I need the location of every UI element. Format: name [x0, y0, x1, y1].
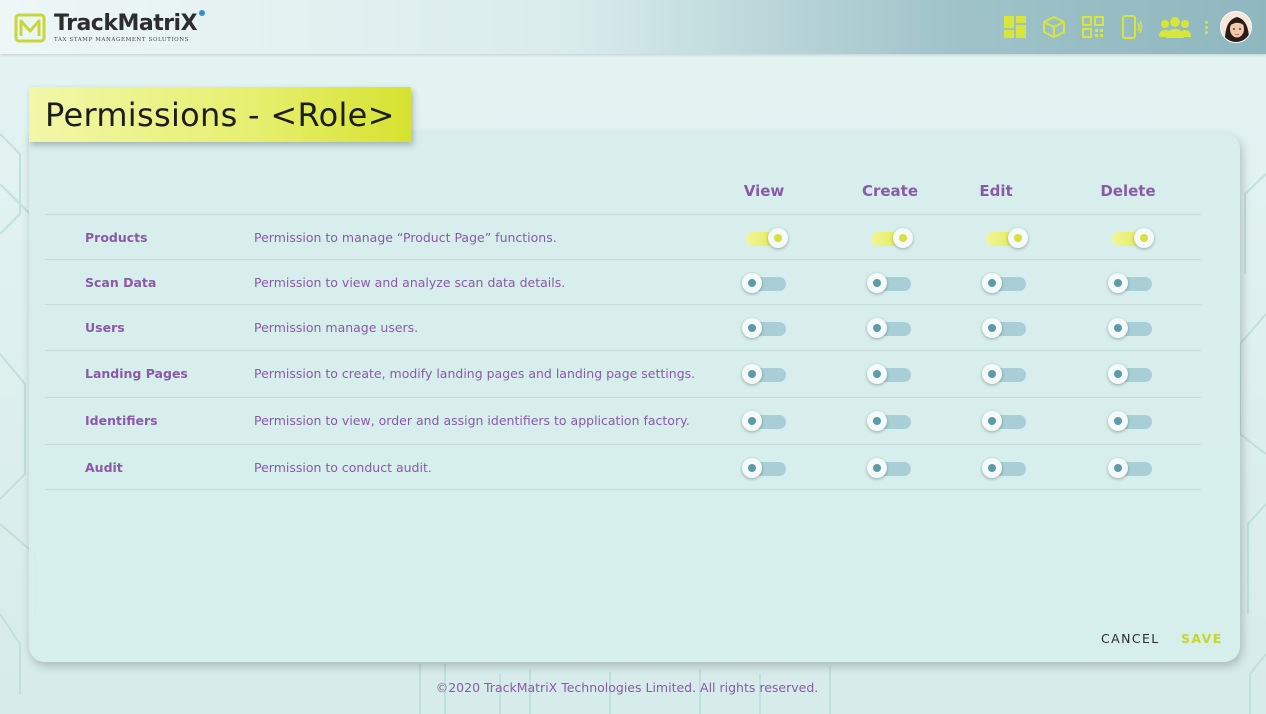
column-header-edit: Edit	[979, 182, 1013, 200]
column-header-view: View	[743, 182, 785, 200]
more-menu-icon[interactable]	[1202, 20, 1210, 34]
edit-toggle[interactable]	[982, 364, 1028, 384]
toggle-knob	[982, 458, 1002, 478]
permission-row: Landing Pages Permission to create, modif…	[45, 350, 1201, 396]
permission-name: Landing Pages	[85, 366, 188, 381]
edit-toggle[interactable]	[982, 228, 1028, 248]
toggle-knob	[982, 411, 1002, 431]
toggle-knob	[982, 364, 1002, 384]
permission-row: Identifiers Permission to view, order and…	[45, 397, 1201, 443]
toggle-knob	[742, 458, 762, 478]
permissions-card: View Create Edit Delete Products Permissi…	[29, 133, 1240, 662]
column-header-create: Create	[861, 182, 919, 200]
permission-row: Audit Permission to conduct audit.	[45, 444, 1201, 490]
permission-name: Audit	[85, 460, 123, 475]
toggle-knob	[867, 411, 887, 431]
create-toggle[interactable]	[867, 273, 913, 293]
create-toggle[interactable]	[867, 364, 913, 384]
delete-toggle[interactable]	[1108, 458, 1154, 478]
view-toggle[interactable]	[742, 411, 788, 431]
trackmatrix-logo-icon	[14, 13, 46, 43]
page-title-tag: Permissions - <Role>	[29, 87, 411, 142]
edit-toggle[interactable]	[982, 411, 1028, 431]
column-header-delete: Delete	[1100, 182, 1156, 200]
permission-description: Permission to conduct audit.	[254, 460, 432, 475]
toggle-knob	[1108, 411, 1128, 431]
view-toggle[interactable]	[742, 364, 788, 384]
toggle-knob	[1108, 273, 1128, 293]
toggle-knob	[982, 318, 1002, 338]
footer-copyright: ©2020 TrackMatriX Technologies Limited. …	[435, 680, 819, 695]
toggle-knob	[742, 318, 762, 338]
delete-toggle[interactable]	[1108, 318, 1154, 338]
toggle-knob	[1008, 228, 1028, 248]
cancel-button[interactable]: CANCEL	[1101, 631, 1160, 646]
edit-toggle[interactable]	[982, 318, 1028, 338]
permission-description: Permission to view and analyze scan data…	[254, 275, 566, 290]
toggle-knob	[1108, 364, 1128, 384]
toggle-knob	[893, 228, 913, 248]
brand-tagline: TAX STAMP MANAGEMENT SOLUTIONS	[54, 37, 190, 43]
permission-row: Users Permission manage users.	[45, 304, 1201, 350]
toggle-knob	[1108, 458, 1128, 478]
permission-name: Identifiers	[85, 413, 158, 428]
create-toggle[interactable]	[867, 458, 913, 478]
dashboard-icon[interactable]	[1002, 14, 1028, 40]
brand-name: TrackMatriX	[54, 10, 206, 35]
delete-toggle[interactable]	[1108, 411, 1154, 431]
view-toggle[interactable]	[742, 458, 788, 478]
create-toggle[interactable]	[867, 411, 913, 431]
toggle-knob	[1108, 318, 1128, 338]
delete-toggle[interactable]	[1108, 228, 1154, 248]
permission-description: Permission manage users.	[254, 320, 419, 335]
toggle-knob	[768, 228, 788, 248]
page-title: Permissions - <Role>	[45, 95, 395, 134]
permission-name: Scan Data	[85, 275, 157, 290]
toggle-knob	[1134, 228, 1154, 248]
toggle-knob	[982, 273, 1002, 293]
delete-toggle[interactable]	[1108, 273, 1154, 293]
brand-logo[interactable]: TrackMatriX TAX STAMP MANAGEMENT SOLUTIO…	[14, 10, 206, 46]
user-avatar[interactable]	[1220, 11, 1252, 43]
delete-toggle[interactable]	[1108, 364, 1154, 384]
permission-name: Products	[85, 230, 148, 245]
top-app-bar: TrackMatriX TAX STAMP MANAGEMENT SOLUTIO…	[0, 0, 1266, 54]
toggle-knob	[867, 458, 887, 478]
toggle-knob	[867, 273, 887, 293]
toggle-knob	[742, 273, 762, 293]
permission-row: Scan Data Permission to view and analyze …	[45, 259, 1201, 305]
permission-description: Permission to create, modify landing pag…	[254, 366, 696, 381]
create-toggle[interactable]	[867, 228, 913, 248]
edit-toggle[interactable]	[982, 458, 1028, 478]
permission-description: Permission to view, order and assign ide…	[254, 413, 690, 428]
toggle-knob	[867, 364, 887, 384]
package-icon[interactable]	[1041, 14, 1067, 40]
permission-name: Users	[85, 320, 125, 335]
qr-code-icon[interactable]	[1080, 14, 1106, 40]
permission-description: Permission to manage “Product Page” func…	[254, 230, 557, 245]
permission-row: Products Permission to manage “Product Pa…	[45, 214, 1201, 260]
view-toggle[interactable]	[742, 318, 788, 338]
toggle-knob	[742, 411, 762, 431]
view-toggle[interactable]	[742, 273, 788, 293]
toggle-knob	[742, 364, 762, 384]
view-toggle[interactable]	[742, 228, 788, 248]
edit-toggle[interactable]	[982, 273, 1028, 293]
toggle-knob	[867, 318, 887, 338]
create-toggle[interactable]	[867, 318, 913, 338]
save-button[interactable]: SAVE	[1181, 631, 1223, 646]
mobile-scan-icon[interactable]	[1119, 14, 1145, 40]
users-icon[interactable]	[1158, 14, 1192, 40]
